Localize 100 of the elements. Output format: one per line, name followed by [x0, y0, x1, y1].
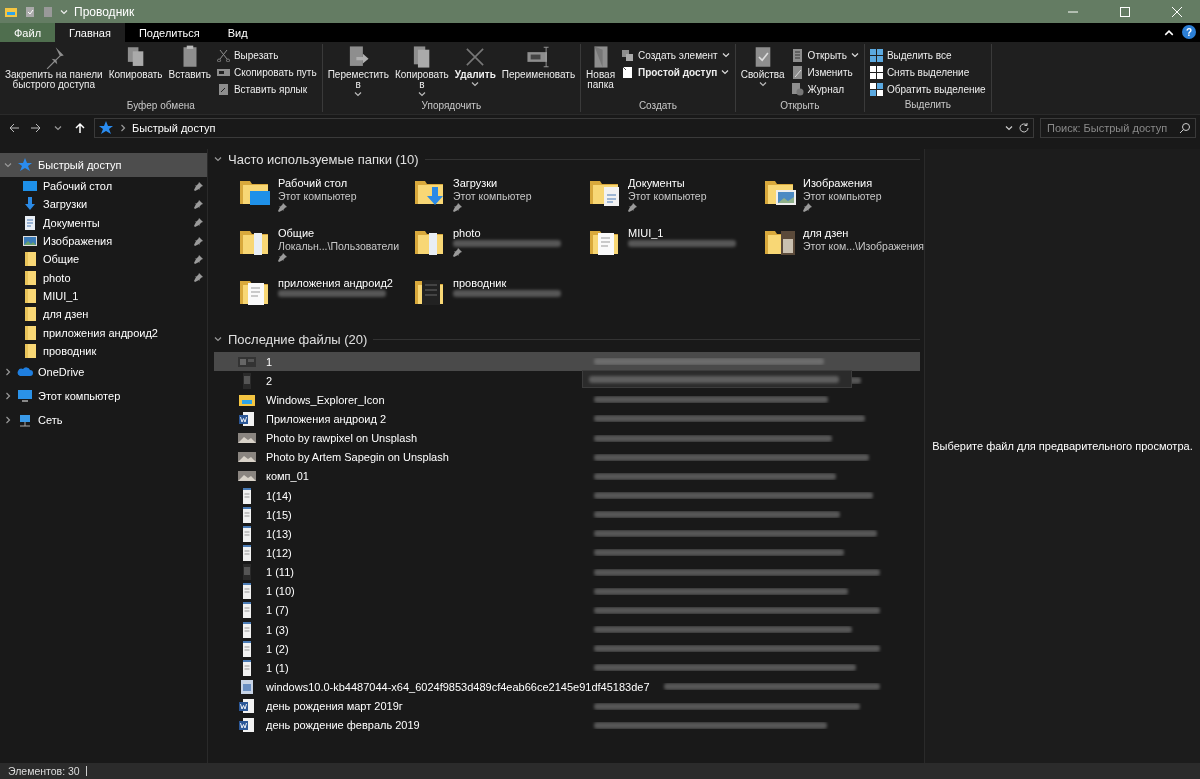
- file-name[interactable]: 1 (2): [266, 642, 566, 655]
- ribbon-button[interactable]: Копировать: [106, 44, 165, 100]
- file-name[interactable]: 1(13): [266, 527, 566, 540]
- group-label: Создать: [637, 100, 678, 112]
- tree-item[interactable]: Сеть: [38, 413, 203, 426]
- folder-name[interactable]: Изображения: [803, 177, 882, 189]
- pin-icon: [628, 203, 637, 212]
- pin-icon: [453, 203, 462, 212]
- ribbon-tab[interactable]: Файл: [0, 23, 56, 42]
- ribbon-button[interactable]: Удалить: [452, 44, 498, 100]
- ribbon-button[interactable]: Переместить в: [325, 44, 391, 100]
- file-name[interactable]: Photo by Artem Sapegin on Unsplash: [266, 451, 566, 464]
- folder-name[interactable]: Документы: [628, 177, 707, 189]
- file-name[interactable]: 1 (7): [266, 604, 566, 617]
- search-field[interactable]: Поиск: Быстрый доступ: [1040, 118, 1196, 138]
- ribbon-button[interactable]: Переименовать: [499, 44, 578, 100]
- file-name[interactable]: 1(15): [266, 508, 566, 521]
- ribbon-button[interactable]: Обратить выделение: [867, 81, 988, 97]
- close-icon: [1172, 6, 1182, 17]
- ribbon-button[interactable]: Скопировать путь: [214, 64, 319, 80]
- folder-name[interactable]: photo: [453, 227, 561, 239]
- preview-message: Выберите файл для предварительного просмотра.: [932, 440, 1193, 452]
- folder-name[interactable]: проводник: [453, 277, 561, 289]
- address-path[interactable]: Быстрый доступ: [132, 122, 1000, 134]
- file-name[interactable]: 2: [266, 374, 566, 387]
- ribbon-tab[interactable]: Вид: [213, 23, 262, 42]
- ribbon-button[interactable]: Свойства: [738, 44, 787, 100]
- tree-item[interactable]: photo: [43, 271, 189, 284]
- tree-item[interactable]: OneDrive: [38, 365, 203, 378]
- folder-name[interactable]: MIUI_1: [628, 227, 736, 239]
- section-title[interactable]: Последние файлы (20): [228, 331, 368, 347]
- folder-name[interactable]: Загрузки: [453, 177, 532, 189]
- file-name[interactable]: Windows_Explorer_Icon: [266, 393, 566, 406]
- caret-icon: [850, 51, 859, 59]
- file-name[interactable]: 1 (10): [266, 585, 566, 598]
- file-name[interactable]: windows10.0-kb4487044-x64_6024f9853d489cf4eab66ce2145e91df45183de7: [266, 680, 650, 693]
- folder-name[interactable]: Рабочий стол: [278, 177, 357, 189]
- forward-icon: [30, 122, 42, 134]
- file-name[interactable]: комп_01: [266, 470, 566, 483]
- tree-item[interactable]: Загрузки: [43, 198, 189, 211]
- tree-item[interactable]: проводник: [43, 344, 203, 357]
- file-name[interactable]: 1 (3): [266, 623, 566, 636]
- edit-icon: [790, 65, 804, 79]
- chevron-right-icon: [4, 415, 12, 424]
- ribbon-tab[interactable]: Главная: [55, 23, 125, 42]
- folder-icon: [22, 306, 38, 323]
- ribbon-button[interactable]: Открыть: [788, 47, 861, 63]
- ribbon-button[interactable]: Простой доступ: [619, 64, 732, 80]
- ribbon-button[interactable]: Копировать в: [392, 44, 451, 100]
- shortcut-icon: [216, 82, 230, 96]
- ribbon-button[interactable]: Вставить ярлык: [214, 81, 319, 97]
- address-bar[interactable]: Быстрый доступ: [94, 118, 1034, 138]
- file-name[interactable]: Приложения андроид 2: [266, 413, 566, 425]
- selected-file-row[interactable]: 1: [214, 352, 920, 372]
- folder-name[interactable]: Общие: [278, 227, 399, 239]
- tree-item[interactable]: Этот компьютер: [38, 389, 203, 402]
- folder-name[interactable]: приложения андроид2: [278, 277, 393, 289]
- tree-item[interactable]: приложения андроид2: [43, 326, 203, 339]
- caret-icon: [60, 7, 68, 16]
- ribbon-button[interactable]: Создать элемент: [619, 47, 732, 63]
- ribbon-button[interactable]: Изменить: [788, 64, 861, 80]
- section-title[interactable]: Часто используемые папки (10): [228, 151, 419, 167]
- folder-name[interactable]: для дзен: [803, 227, 924, 239]
- selected-tree-row[interactable]: Быстрый доступ: [0, 153, 207, 177]
- folder-location: Этот компьютер: [278, 190, 357, 202]
- photo-thumbnail-icon: [238, 450, 256, 465]
- file-name[interactable]: 1(12): [266, 546, 566, 559]
- scissors-icon: [216, 48, 230, 62]
- word-document-icon: [238, 717, 256, 734]
- pin-icon: [194, 181, 203, 191]
- tree-item[interactable]: Общие: [43, 253, 189, 266]
- ribbon-button[interactable]: Закрепить на панели быстрого доступа: [3, 44, 105, 100]
- file-name[interactable]: 1 (1): [266, 661, 566, 674]
- chevron-right-icon: [4, 391, 12, 400]
- file-name[interactable]: Photo by rawpixel on Unsplash: [266, 432, 566, 445]
- ribbon-button[interactable]: Журнал: [788, 81, 861, 97]
- file-name[interactable]: 1(14): [266, 489, 566, 502]
- help-button[interactable]: ?: [1182, 25, 1196, 39]
- tree-item[interactable]: Документы: [43, 216, 189, 229]
- ribbon-button[interactable]: Выделить все: [867, 47, 988, 63]
- star-icon: [17, 157, 33, 173]
- file-name[interactable]: 1 (11): [266, 566, 566, 579]
- tree-item[interactable]: MIUI_1: [43, 289, 203, 302]
- caret-icon: [214, 155, 222, 163]
- file-name[interactable]: день рождения март 2019г: [266, 700, 566, 713]
- thumbnail-icon: [238, 354, 256, 369]
- file-name[interactable]: день рождение февраль 2019: [266, 719, 566, 732]
- ribbon-button[interactable]: Вставить: [166, 44, 213, 100]
- caret-icon: [417, 90, 426, 98]
- tree-item[interactable]: для дзен: [43, 308, 203, 321]
- pin-icon: [803, 203, 812, 212]
- ribbon-button[interactable]: Снять выделение: [867, 64, 988, 80]
- tree-item[interactable]: Изображения: [43, 235, 189, 248]
- file-name[interactable]: 1: [266, 355, 566, 368]
- ribbon-button[interactable]: Новая папка: [584, 44, 618, 100]
- ribbon-button[interactable]: Вырезать: [214, 47, 319, 63]
- tree-item[interactable]: Рабочий стол: [43, 180, 189, 193]
- tree-item[interactable]: Быстрый доступ: [38, 159, 203, 171]
- up-arrow-icon: [74, 122, 86, 134]
- ribbon-tab[interactable]: Поделиться: [124, 23, 214, 42]
